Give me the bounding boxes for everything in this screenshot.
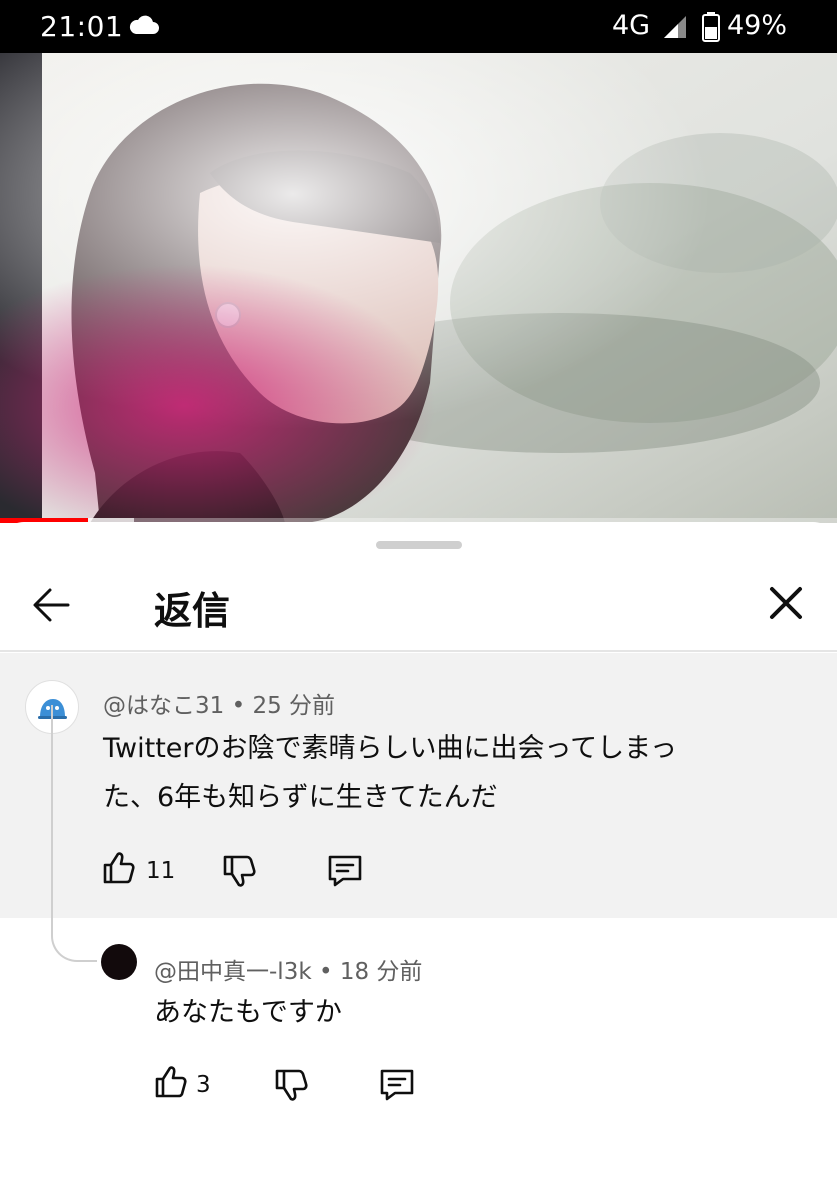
status-bar: 21:01 4G 49% [0, 0, 837, 53]
cloud-icon [128, 14, 160, 40]
status-time: 21:01 [40, 10, 124, 43]
meta-separator: • [224, 693, 253, 719]
reply-icon [328, 855, 362, 887]
like-button[interactable] [101, 850, 137, 890]
signal-icon [662, 14, 688, 44]
reply-button[interactable] [327, 853, 363, 893]
comment-text-line: た、6年も知らずに生きてたんだ [103, 782, 498, 813]
parent-comment: @はなこ31 • 25 分前 Twitterのお陰で素晴らしい曲に出会ってしまっ… [0, 653, 837, 918]
reply-time[interactable]: 18 分前 [340, 959, 423, 985]
arrow-left-icon [33, 588, 70, 622]
back-button[interactable] [24, 577, 80, 633]
header-divider [0, 650, 837, 652]
reply-text: あなたもですか [154, 997, 342, 1028]
thumbs-up-icon [155, 1066, 187, 1098]
reply-button[interactable] [379, 1067, 415, 1107]
like-count: 11 [146, 858, 176, 884]
dislike-button[interactable] [273, 1067, 309, 1107]
sheet-title: 返信 [154, 589, 231, 633]
comment-text: Twitterのお陰で素晴らしい曲に出会ってしまっ た、6年も知らずに生きてたん… [103, 724, 803, 822]
thumbs-down-icon [275, 1069, 308, 1101]
meta-separator: • [311, 959, 340, 985]
close-button[interactable] [760, 577, 812, 629]
thread-connector-line [51, 705, 97, 962]
reply-meta: @田中真一-l3k • 18 分前 [154, 952, 422, 986]
battery-icon [702, 12, 720, 46]
replies-sheet: 返信 @はなこ31 • 25 分前 Twitterのお陰で素晴らしい曲に出会って… [0, 522, 837, 1200]
like-count: 3 [196, 1072, 211, 1098]
comment-time[interactable]: 25 分前 [252, 693, 335, 719]
like-button[interactable] [153, 1064, 189, 1104]
video-player[interactable] [0, 53, 837, 523]
avatar[interactable] [101, 944, 137, 980]
close-icon [770, 587, 802, 619]
comment-meta: @はなこ31 • 25 分前 [103, 686, 335, 720]
network-type: 4G [612, 10, 651, 41]
battery-percent: 49% [727, 10, 788, 41]
comment-author[interactable]: @はなこ31 [103, 693, 224, 719]
thumbs-up-icon [103, 852, 135, 884]
dislike-button[interactable] [221, 853, 257, 893]
thumbs-down-icon [223, 855, 256, 887]
comment-text-line: Twitterのお陰で素晴らしい曲に出会ってしまっ [103, 733, 678, 764]
drag-handle[interactable] [376, 541, 462, 549]
reply-author[interactable]: @田中真一-l3k [154, 959, 312, 985]
reply-icon [380, 1069, 414, 1101]
